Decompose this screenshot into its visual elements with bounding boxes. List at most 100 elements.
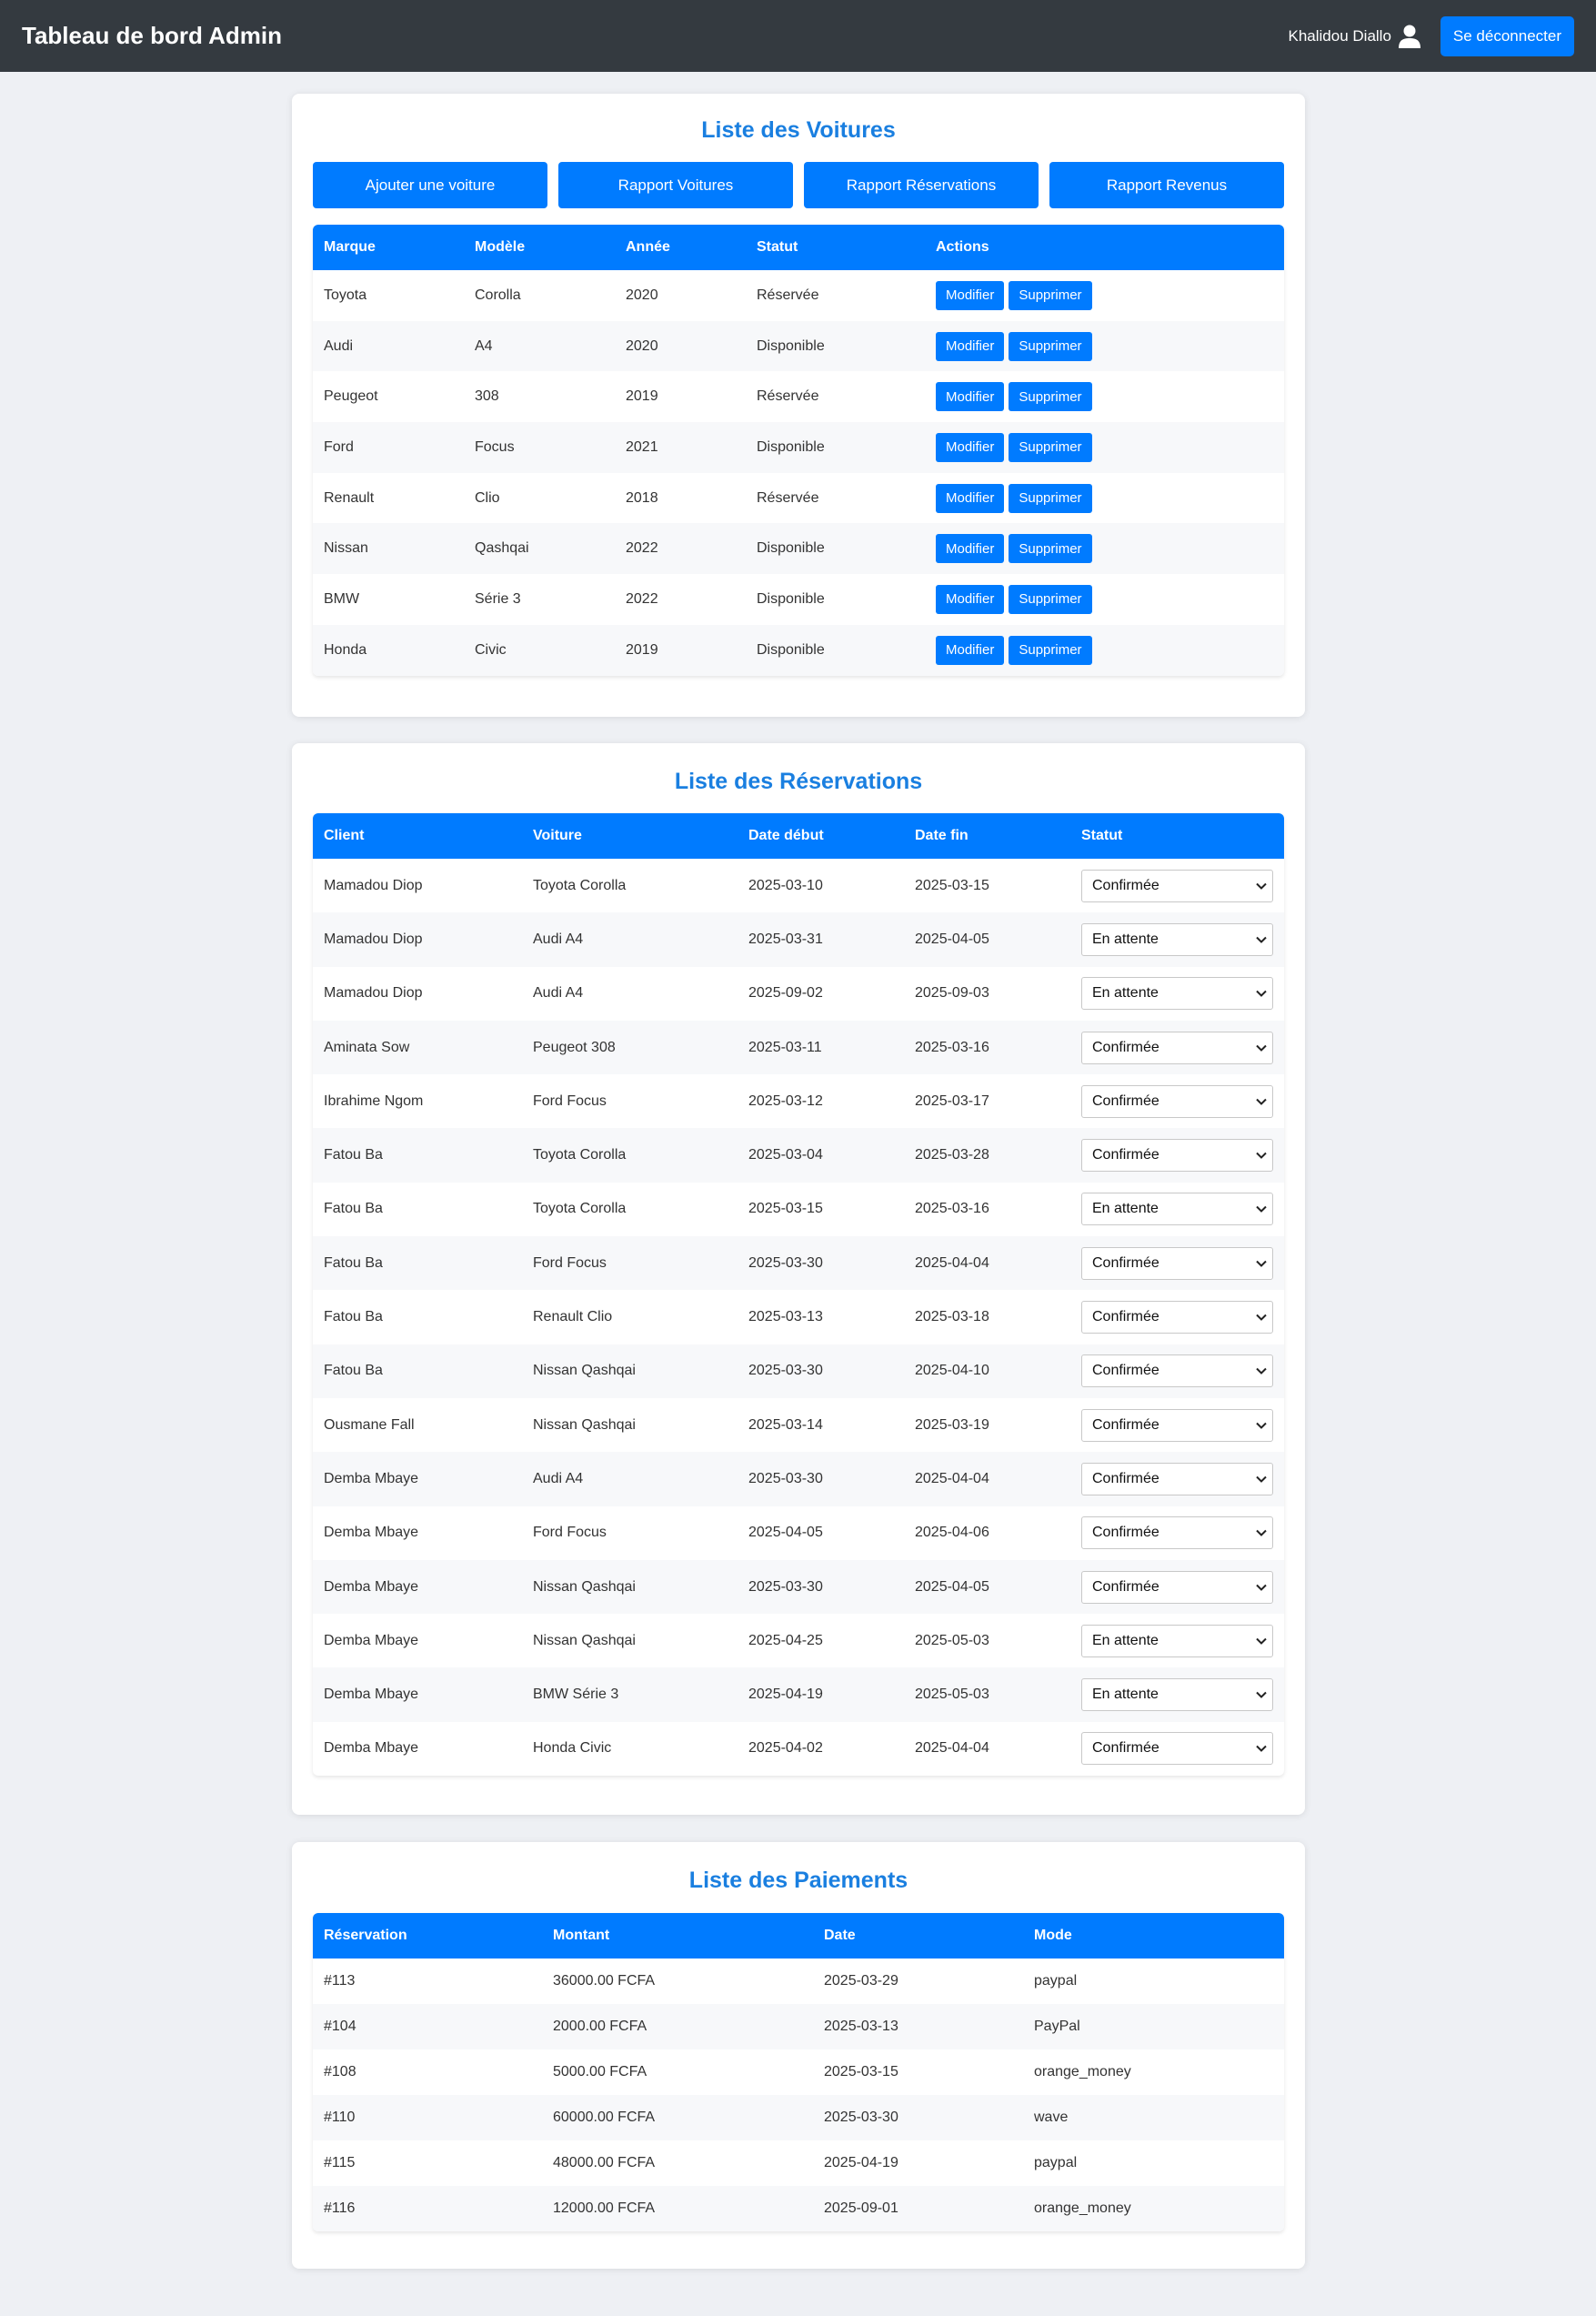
payments-table-body: #113 36000.00 FCFA 2025-03-29 paypal #104 200… bbox=[313, 1959, 1284, 2231]
status-select[interactable]: Confirmée bbox=[1081, 1408, 1273, 1442]
delete-button[interactable]: Supprimer bbox=[1009, 483, 1092, 513]
status-select[interactable]: Confirmée bbox=[1081, 869, 1273, 902]
edit-button[interactable]: Modifier bbox=[936, 280, 1005, 310]
car-model: Clio bbox=[475, 489, 500, 506]
res-car: Audi A4 bbox=[533, 985, 584, 1002]
status-select[interactable]: Confirmée bbox=[1081, 1462, 1273, 1495]
status-select[interactable]: Confirmée bbox=[1081, 1354, 1273, 1388]
pay-amount: 2000.00 FCFA bbox=[553, 2019, 647, 2034]
cars-card: Liste des Voitures Ajouter une voiture R… bbox=[292, 94, 1305, 717]
car-year: 2019 bbox=[626, 641, 658, 658]
car-model: Civic bbox=[475, 641, 507, 658]
payments-table-header: Réservation Montant Date Mode bbox=[313, 1913, 1284, 1959]
table-row: #108 5000.00 FCFA 2025-03-15 orange_money bbox=[313, 2049, 1284, 2095]
delete-button[interactable]: Supprimer bbox=[1009, 584, 1092, 614]
status-select[interactable]: En attente bbox=[1081, 1678, 1273, 1712]
car-status: Disponible bbox=[757, 540, 825, 557]
car-year: 2022 bbox=[626, 590, 658, 607]
table-row: Fatou Ba Toyota Corolla 2025-03-04 2025-03-… bbox=[313, 1128, 1284, 1183]
status-select-value: Confirmée bbox=[1092, 1039, 1159, 1055]
pay-amount: 48000.00 FCFA bbox=[553, 2155, 656, 2170]
res-status-cell: En attente bbox=[1070, 1678, 1284, 1712]
res-client: Aminata Sow bbox=[324, 1039, 410, 1055]
edit-button[interactable]: Modifier bbox=[936, 483, 1005, 513]
car-year: 2020 bbox=[626, 287, 658, 303]
chevron-down-icon bbox=[1256, 882, 1267, 890]
car-brand: Audi bbox=[324, 337, 354, 354]
res-start-date: 2025-04-19 bbox=[748, 1687, 823, 1703]
revenue-report-button[interactable]: Rapport Revenus bbox=[1049, 162, 1284, 208]
status-select[interactable]: En attente bbox=[1081, 1624, 1273, 1657]
col-car: Voiture bbox=[533, 828, 582, 843]
col-brand: Marque bbox=[324, 239, 376, 255]
table-row: Demba Mbaye Audi A4 2025-03-30 2025-04-04 Co… bbox=[313, 1452, 1284, 1506]
res-end-date: 2025-03-16 bbox=[915, 1039, 989, 1055]
chevron-down-icon bbox=[1256, 1422, 1267, 1429]
car-model: Focus bbox=[475, 438, 515, 455]
res-client: Fatou Ba bbox=[324, 1201, 383, 1217]
status-select[interactable]: Confirmée bbox=[1081, 1301, 1273, 1334]
chevron-down-icon bbox=[1256, 1098, 1267, 1105]
reservations-table-header: Client Voiture Date début Date fin Statu… bbox=[313, 813, 1284, 859]
res-client: Mamadou Diop bbox=[324, 985, 423, 1002]
car-actions: Modifier Supprimer bbox=[925, 584, 1284, 614]
car-year: 2018 bbox=[626, 489, 658, 506]
user-area: Khalidou Diallo Se déconnecter bbox=[1289, 15, 1574, 56]
res-client: Demba Mbaye bbox=[324, 1632, 419, 1648]
res-client: Ibrahime Ngom bbox=[324, 1093, 424, 1109]
edit-button[interactable]: Modifier bbox=[936, 534, 1005, 564]
status-select[interactable]: Confirmée bbox=[1081, 1084, 1273, 1118]
payments-title: Liste des Paiements bbox=[688, 1868, 908, 1893]
status-select-value: En attente bbox=[1092, 931, 1159, 947]
status-select[interactable]: En attente bbox=[1081, 977, 1273, 1011]
app-title: Tableau de bord Admin bbox=[22, 22, 283, 49]
car-actions: Modifier Supprimer bbox=[925, 280, 1284, 310]
delete-button[interactable]: Supprimer bbox=[1009, 331, 1092, 361]
edit-button[interactable]: Modifier bbox=[936, 584, 1005, 614]
status-select[interactable]: En attente bbox=[1081, 922, 1273, 956]
edit-button[interactable]: Modifier bbox=[936, 432, 1005, 462]
edit-button[interactable]: Modifier bbox=[936, 635, 1005, 665]
pay-reservation: #115 bbox=[324, 2155, 356, 2170]
add-car-button[interactable]: Ajouter une voiture bbox=[313, 162, 547, 208]
cars-report-button[interactable]: Rapport Voitures bbox=[558, 162, 793, 208]
car-brand: Peugeot bbox=[324, 388, 378, 405]
status-select[interactable]: En attente bbox=[1081, 1193, 1273, 1226]
car-brand: Honda bbox=[324, 641, 367, 658]
delete-button[interactable]: Supprimer bbox=[1009, 280, 1092, 310]
car-brand: Ford bbox=[324, 438, 354, 455]
car-actions: Modifier Supprimer bbox=[925, 331, 1284, 361]
delete-button[interactable]: Supprimer bbox=[1009, 635, 1092, 665]
res-start-date: 2025-03-10 bbox=[748, 877, 823, 893]
status-select[interactable]: Confirmée bbox=[1081, 1031, 1273, 1064]
pay-date: 2025-09-01 bbox=[824, 2200, 898, 2216]
delete-button[interactable]: Supprimer bbox=[1009, 382, 1092, 412]
res-client: Demba Mbaye bbox=[324, 1525, 419, 1541]
status-select[interactable]: Confirmée bbox=[1081, 1516, 1273, 1550]
delete-button[interactable]: Supprimer bbox=[1009, 534, 1092, 564]
status-select[interactable]: Confirmée bbox=[1081, 1570, 1273, 1604]
table-row: #115 48000.00 FCFA 2025-04-19 paypal bbox=[313, 2140, 1284, 2186]
edit-button[interactable]: Modifier bbox=[936, 382, 1005, 412]
res-status-cell: En attente bbox=[1070, 1624, 1284, 1657]
edit-button[interactable]: Modifier bbox=[936, 331, 1005, 361]
status-select[interactable]: Confirmée bbox=[1081, 1139, 1273, 1173]
col-res-status: Statut bbox=[1081, 828, 1123, 843]
res-start-date: 2025-09-02 bbox=[748, 985, 823, 1002]
status-select-value: Confirmée bbox=[1092, 1578, 1159, 1595]
car-year: 2021 bbox=[626, 438, 658, 455]
logout-button[interactable]: Se déconnecter bbox=[1440, 15, 1574, 56]
delete-button[interactable]: Supprimer bbox=[1009, 432, 1092, 462]
res-start-date: 2025-04-05 bbox=[748, 1525, 823, 1541]
table-row: Mamadou Diop Audi A4 2025-09-02 2025-09-03 E… bbox=[313, 967, 1284, 1021]
status-select[interactable]: Confirmée bbox=[1081, 1732, 1273, 1766]
res-car: Honda Civic bbox=[533, 1740, 612, 1757]
res-start-date: 2025-03-30 bbox=[748, 1578, 823, 1595]
status-select[interactable]: Confirmée bbox=[1081, 1246, 1273, 1280]
car-brand: BMW bbox=[324, 590, 360, 607]
res-start-date: 2025-03-14 bbox=[748, 1416, 823, 1433]
chevron-down-icon bbox=[1256, 1205, 1267, 1213]
reservations-report-button[interactable]: Rapport Réservations bbox=[804, 162, 1039, 208]
col-actions: Actions bbox=[936, 239, 989, 255]
car-status: Réservée bbox=[757, 287, 819, 303]
